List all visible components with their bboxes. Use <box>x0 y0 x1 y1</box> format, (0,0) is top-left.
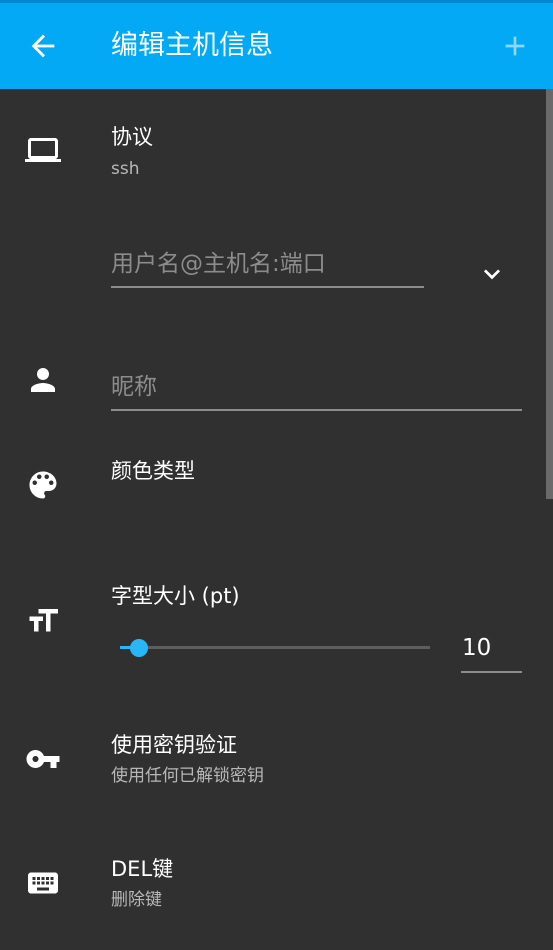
plus-icon[interactable] <box>499 30 531 62</box>
person-icon <box>31 368 55 392</box>
protocol-row[interactable] <box>0 110 546 190</box>
slider-track <box>120 646 430 649</box>
color-label: 颜色类型 <box>111 459 195 483</box>
protocol-label: 协议 <box>111 125 153 149</box>
del-key-subtitle: 删除键 <box>111 890 162 910</box>
slider-thumb[interactable] <box>129 639 148 657</box>
scrollbar[interactable] <box>546 89 553 499</box>
color-row[interactable] <box>0 445 546 525</box>
app-bar: 编辑主机信息 <box>0 3 553 89</box>
pubkey-row[interactable] <box>0 718 546 802</box>
laptop-icon <box>25 138 61 162</box>
nickname-input[interactable] <box>111 368 522 411</box>
protocol-value: ssh <box>111 159 140 179</box>
page-title: 编辑主机信息 <box>111 30 273 61</box>
arrow-back-icon[interactable] <box>26 29 60 63</box>
text-size-icon <box>29 609 58 632</box>
pubkey-subtitle: 使用任何已解锁密钥 <box>111 766 264 786</box>
chevron-down-icon[interactable] <box>476 258 508 290</box>
font-size-slider[interactable] <box>120 632 430 664</box>
font-size-field[interactable]: 10 <box>461 630 522 673</box>
palette-icon <box>29 471 57 499</box>
keyboard-icon <box>28 872 58 894</box>
del-key-row[interactable] <box>0 843 546 927</box>
del-key-label: DEL键 <box>111 857 174 881</box>
pubkey-label: 使用密钥验证 <box>111 733 237 757</box>
address-input[interactable] <box>111 246 424 288</box>
key-icon <box>26 750 60 768</box>
font-size-label: 字型大小 (pt) <box>111 584 240 608</box>
